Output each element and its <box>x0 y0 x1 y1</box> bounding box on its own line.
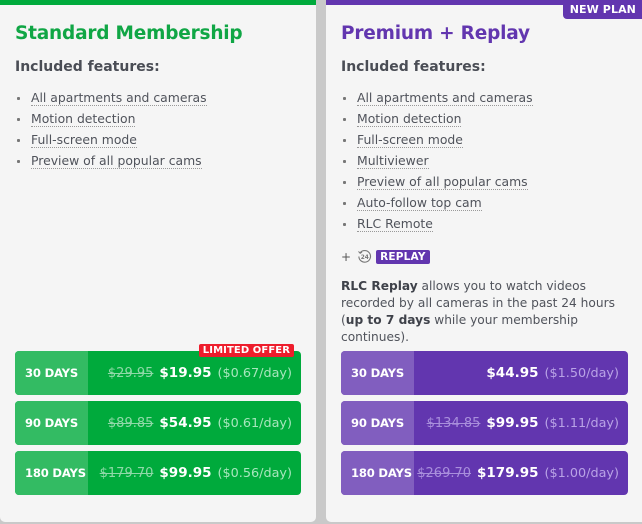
old-price: $179.70 <box>99 465 154 481</box>
feature-item[interactable]: Full-screen mode <box>341 130 533 151</box>
feature-item[interactable]: RLC Remote <box>341 214 533 235</box>
price-option-30-days[interactable]: 30 DAYS $44.95 ($1.50/day) <box>341 351 628 395</box>
price-option-180-days[interactable]: 180 DAYS $269.70 $179.95 ($1.00/day) <box>341 451 628 495</box>
feature-item[interactable]: Motion detection <box>341 109 533 130</box>
premium-plan-card: NEW PLAN Premium + Replay Included featu… <box>326 0 642 522</box>
plus-sign: + <box>341 249 352 264</box>
price-per-day: ($0.61/day) <box>217 415 292 431</box>
duration-label: 30 DAYS <box>341 351 414 395</box>
replay-24-icon: 24 <box>358 250 372 263</box>
feature-item[interactable]: Multiviewer <box>341 151 533 172</box>
feature-item[interactable]: Preview of all popular cams <box>341 172 533 193</box>
feature-item[interactable]: Motion detection <box>15 109 207 130</box>
price-per-day: ($0.56/day) <box>217 465 292 481</box>
feature-item[interactable]: Auto-follow top cam <box>341 193 533 214</box>
feature-list: All apartments and cameras Motion detect… <box>341 88 533 235</box>
duration-label: 90 DAYS <box>341 401 414 445</box>
feature-item[interactable]: All apartments and cameras <box>15 88 207 109</box>
price-option-180-days[interactable]: 180 DAYS $179.70 $99.95 ($0.56/day) <box>15 451 301 495</box>
features-heading: Included features: <box>15 59 160 75</box>
new-price: $19.95 <box>159 365 212 381</box>
price-per-day: ($0.67/day) <box>217 365 292 381</box>
price-per-day: ($1.50/day) <box>544 365 619 381</box>
duration-label: 90 DAYS <box>15 401 88 445</box>
plan-title: Premium + Replay <box>341 23 530 44</box>
price-option-90-days[interactable]: 90 DAYS $134.85 $99.95 ($1.11/day) <box>341 401 628 445</box>
duration-label: 30 DAYS <box>15 351 88 395</box>
price-options: 30 DAYS $29.95 $19.95 ($0.67/day) LIMITE… <box>15 344 301 501</box>
standard-plan-card: Standard Membership Included features: A… <box>0 0 316 522</box>
old-price: $29.95 <box>107 365 154 381</box>
feature-list: All apartments and cameras Motion detect… <box>15 88 207 172</box>
new-price: $54.95 <box>159 415 212 431</box>
feature-item[interactable]: All apartments and cameras <box>341 88 533 109</box>
plan-title: Standard Membership <box>15 23 243 44</box>
price-per-day: ($1.00/day) <box>544 465 619 481</box>
duration-label: 180 DAYS <box>341 451 414 495</box>
svg-text:24: 24 <box>361 255 369 261</box>
limited-offer-badge: LIMITED OFFER <box>198 344 294 357</box>
replay-description: RLC Replay allows you to watch videos re… <box>341 279 615 344</box>
new-price: $179.95 <box>477 465 539 481</box>
price-per-day: ($1.11/day) <box>544 415 619 431</box>
features-heading: Included features: <box>341 59 486 75</box>
feature-item[interactable]: Preview of all popular cams <box>15 151 207 172</box>
replay-addon: + 24 REPLAY <box>341 249 430 264</box>
price-option-30-days[interactable]: 30 DAYS $29.95 $19.95 ($0.67/day) LIMITE… <box>15 344 301 395</box>
old-price: $269.70 <box>417 465 472 481</box>
duration-label: 180 DAYS <box>15 451 88 495</box>
price-option-90-days[interactable]: 90 DAYS $89.85 $54.95 ($0.61/day) <box>15 401 301 445</box>
new-price: $99.95 <box>486 415 539 431</box>
feature-item[interactable]: Full-screen mode <box>15 130 207 151</box>
old-price: $89.85 <box>107 415 154 431</box>
price-options: 30 DAYS $44.95 ($1.50/day) 90 DAYS $134.… <box>341 351 628 501</box>
new-plan-badge: NEW PLAN <box>562 0 642 19</box>
replay-tag: REPLAY <box>376 249 430 264</box>
old-price: $134.85 <box>426 415 481 431</box>
new-price: $44.95 <box>486 365 539 381</box>
new-price: $99.95 <box>159 465 212 481</box>
